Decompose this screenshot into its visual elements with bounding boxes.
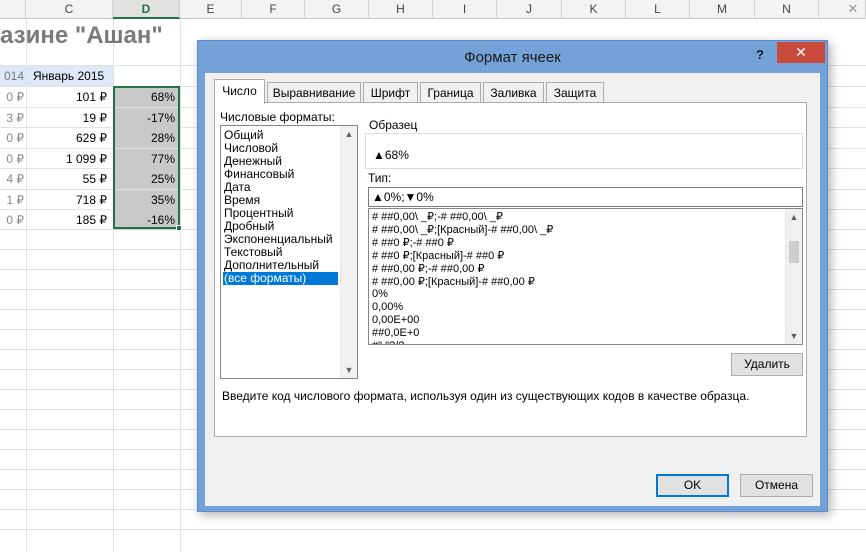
- fill-handle[interactable]: [176, 225, 182, 231]
- column-header-c[interactable]: C: [26, 0, 113, 19]
- row-prev-value[interactable]: 0 ₽: [0, 87, 26, 107]
- row-prev-value[interactable]: 0 ₽: [0, 210, 26, 230]
- format-code-item[interactable]: # ##0,00\ _₽;[Красный]-# ##0,00\ _₽: [372, 224, 553, 237]
- scroll-thumb[interactable]: [789, 241, 799, 263]
- row-january-value[interactable]: 1 099 ₽: [27, 149, 113, 169]
- delete-button[interactable]: Удалить: [731, 353, 803, 376]
- format-code-item[interactable]: 0,00%: [372, 301, 403, 314]
- row-prev-value[interactable]: 1 ₽: [0, 190, 26, 210]
- tab-border[interactable]: Граница: [420, 82, 481, 103]
- row-january-value[interactable]: 185 ₽: [27, 210, 113, 230]
- column-header-m[interactable]: M: [690, 0, 755, 19]
- dialog-title: Формат ячеек: [464, 49, 561, 66]
- format-code-item[interactable]: ##0,0E+0: [372, 327, 419, 340]
- tab-protection[interactable]: Защита: [546, 82, 604, 103]
- row-change-percent[interactable]: -17%: [114, 108, 180, 128]
- row-january-value[interactable]: 55 ₽: [27, 169, 113, 189]
- format-code-item[interactable]: # ##0,00\ _₽;-# ##0,00\ _₽: [372, 211, 503, 224]
- ok-button[interactable]: OK: [656, 474, 729, 497]
- formats-scrollbar[interactable]: ▲ ▼: [785, 209, 802, 344]
- format-code-item[interactable]: # ##0 ₽;-# ##0 ₽: [372, 237, 454, 250]
- column-header-d[interactable]: D: [113, 0, 180, 19]
- help-icon[interactable]: ?: [749, 45, 771, 65]
- category-item[interactable]: (все форматы): [223, 272, 338, 285]
- dialog-titlebar[interactable]: Формат ячеек ? ✕: [198, 41, 827, 73]
- column-header-h[interactable]: H: [369, 0, 433, 19]
- column-header-j[interactable]: J: [497, 0, 562, 19]
- column-header-partial[interactable]: [0, 0, 26, 19]
- column-header-l[interactable]: L: [626, 0, 690, 19]
- row-january-value[interactable]: 718 ₽: [27, 190, 113, 210]
- row-change-percent[interactable]: -16%: [114, 210, 180, 230]
- tab-alignment[interactable]: Выравнивание: [267, 82, 361, 103]
- cancel-button[interactable]: Отмена: [740, 474, 813, 497]
- column-header-i[interactable]: I: [433, 0, 497, 19]
- sheet-title: азине "Ашан": [0, 22, 163, 49]
- format-code-item[interactable]: # ##0 ₽;[Красный]-# ##0 ₽: [372, 250, 504, 263]
- column-header-g[interactable]: G: [305, 0, 369, 19]
- tab-number[interactable]: Число: [214, 79, 265, 104]
- column-header-k[interactable]: K: [562, 0, 626, 19]
- format-codes-list[interactable]: # ##0,00\ _₽;-# ##0,00\ _₽ # ##0,00\ _₽;[…: [368, 208, 803, 345]
- format-code-item[interactable]: 0%: [372, 288, 388, 301]
- categories-label: Числовые форматы:: [220, 110, 335, 124]
- scroll-up-icon[interactable]: ▲: [341, 126, 357, 142]
- dialog-body: Число Выравнивание Шрифт Граница Заливка…: [205, 73, 820, 506]
- row-change-percent[interactable]: 77%: [114, 149, 180, 169]
- hint-text: Введите код числового формата, используя…: [222, 389, 750, 403]
- tab-font[interactable]: Шрифт: [363, 82, 418, 103]
- row-prev-value[interactable]: 4 ₽: [0, 169, 26, 189]
- tab-panel-number: Числовые форматы: Общий Числовой Денежный Ф…: [214, 102, 807, 437]
- format-code-item[interactable]: # ##0,00 ₽;-# ##0,00 ₽: [372, 263, 484, 276]
- header-january-2015[interactable]: Январь 2015: [27, 66, 113, 86]
- format-code-item[interactable]: # ##0,00 ₽;[Красный]-# ##0,00 ₽: [372, 276, 535, 289]
- type-input[interactable]: ▲0%;▼0%: [368, 187, 803, 207]
- header-prev-year[interactable]: 014: [0, 66, 26, 86]
- sheet-close-icon[interactable]: ✕: [846, 2, 860, 16]
- format-code-item[interactable]: #" "?/?: [372, 340, 404, 344]
- category-scrollbar[interactable]: ▲ ▼: [340, 126, 357, 378]
- sample-label: Образец: [367, 118, 420, 132]
- column-header-f[interactable]: F: [242, 0, 305, 19]
- row-january-value[interactable]: 19 ₽: [27, 108, 113, 128]
- row-prev-value[interactable]: 3 ₽: [0, 108, 26, 128]
- row-change-percent[interactable]: 28%: [114, 128, 180, 148]
- column-header-e[interactable]: E: [180, 0, 242, 19]
- row-prev-value[interactable]: 0 ₽: [0, 149, 26, 169]
- scroll-up-icon[interactable]: ▲: [786, 209, 802, 225]
- scroll-down-icon[interactable]: ▼: [341, 362, 357, 378]
- column-header-n[interactable]: N: [755, 0, 819, 19]
- row-prev-value[interactable]: 0 ₽: [0, 128, 26, 148]
- category-list[interactable]: Общий Числовой Денежный Финансовый Дата Время…: [220, 125, 358, 379]
- tab-fill[interactable]: Заливка: [483, 82, 544, 103]
- row-change-percent[interactable]: 35%: [114, 190, 180, 210]
- row-january-value[interactable]: 629 ₽: [27, 128, 113, 148]
- format-cells-dialog: Формат ячеек ? ✕ Число Выравнивание Шриф…: [197, 40, 828, 512]
- sample-value: ▲68%: [373, 148, 409, 162]
- scroll-down-icon[interactable]: ▼: [786, 328, 802, 344]
- format-code-item[interactable]: 0,00E+00: [372, 314, 419, 327]
- sample-box: ▲68%: [365, 133, 803, 169]
- row-change-percent[interactable]: 25%: [114, 169, 180, 189]
- close-button[interactable]: ✕: [777, 42, 825, 63]
- type-label: Тип:: [368, 171, 392, 185]
- row-change-percent[interactable]: 68%: [114, 87, 180, 107]
- row-january-value[interactable]: 101 ₽: [27, 87, 113, 107]
